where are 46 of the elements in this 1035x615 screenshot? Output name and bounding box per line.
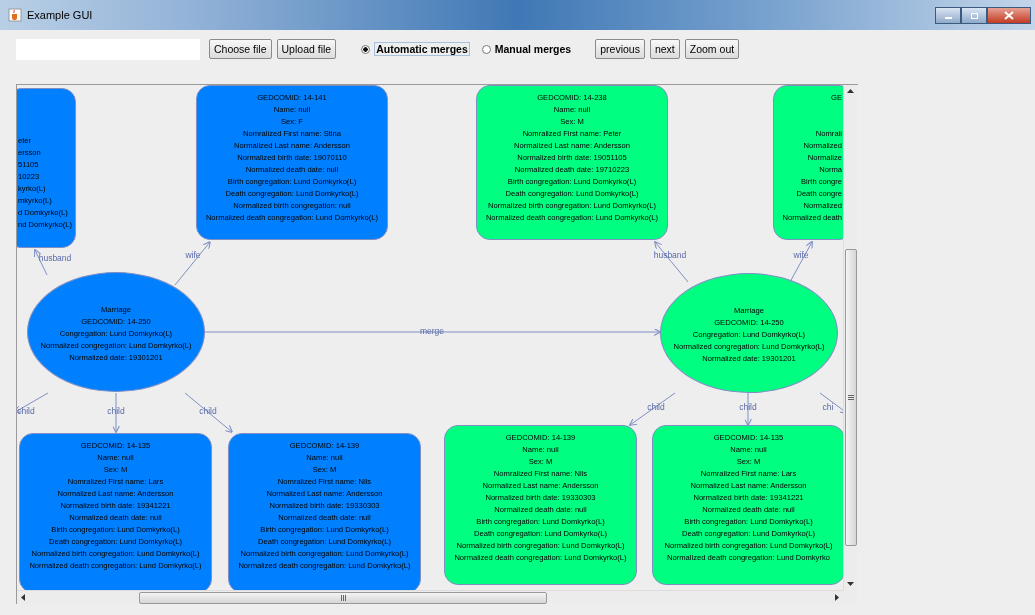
edge-label: child [199, 406, 217, 416]
edge-label: child [17, 406, 35, 416]
up-arrow-icon[interactable] [847, 89, 854, 93]
window-title: Example GUI [27, 9, 94, 21]
edge-label: child [647, 402, 665, 412]
edge-label: chi [822, 402, 834, 412]
edge-arrow [789, 240, 813, 283]
cup-icon [8, 8, 22, 22]
toolbar-button[interactable]: next [649, 39, 680, 59]
down-arrow-icon[interactable] [847, 582, 854, 586]
scroll-thumb[interactable] [844, 249, 857, 546]
edge-arrow [174, 240, 211, 286]
vertical-scrollbar[interactable] [843, 85, 857, 590]
edge-label: wife [185, 250, 201, 260]
edge-arrow [819, 392, 843, 414]
edge-label: merge [419, 326, 445, 336]
edge-label: wife [793, 250, 809, 260]
edge-label: husband [38, 253, 72, 263]
scroll-thumb[interactable] [139, 591, 547, 604]
edge-label: husband [653, 250, 687, 260]
maximize-icon [969, 11, 979, 20]
person-node[interactable] [228, 433, 421, 590]
maximize-button[interactable] [961, 7, 987, 24]
toolbar-button[interactable]: Upload file [276, 39, 337, 59]
edge-label: child [739, 402, 757, 412]
person-node[interactable] [652, 425, 843, 585]
edge-arrow [184, 392, 234, 433]
person-node[interactable] [19, 433, 212, 590]
person-node[interactable] [444, 425, 637, 585]
toolbar-button[interactable]: previous [595, 39, 645, 59]
toolbar-button[interactable]: Choose file [209, 39, 272, 59]
grip-icon [847, 395, 854, 400]
edge-label: child [107, 406, 125, 416]
edge-arrow [654, 240, 689, 283]
person-node[interactable] [476, 85, 668, 240]
minimize-button[interactable] [935, 7, 961, 24]
edge-arrow [17, 392, 49, 413]
close-icon [1004, 11, 1014, 20]
grip-icon [340, 594, 346, 601]
close-button[interactable] [987, 7, 1031, 24]
toolbar-button[interactable]: Zoom out [684, 39, 740, 59]
left-arrow-icon[interactable] [21, 594, 25, 601]
person-node[interactable] [196, 85, 388, 240]
radio-button[interactable]: Manual merges [481, 40, 573, 58]
edge-arrow [628, 392, 676, 426]
right-arrow-icon[interactable] [835, 594, 839, 601]
